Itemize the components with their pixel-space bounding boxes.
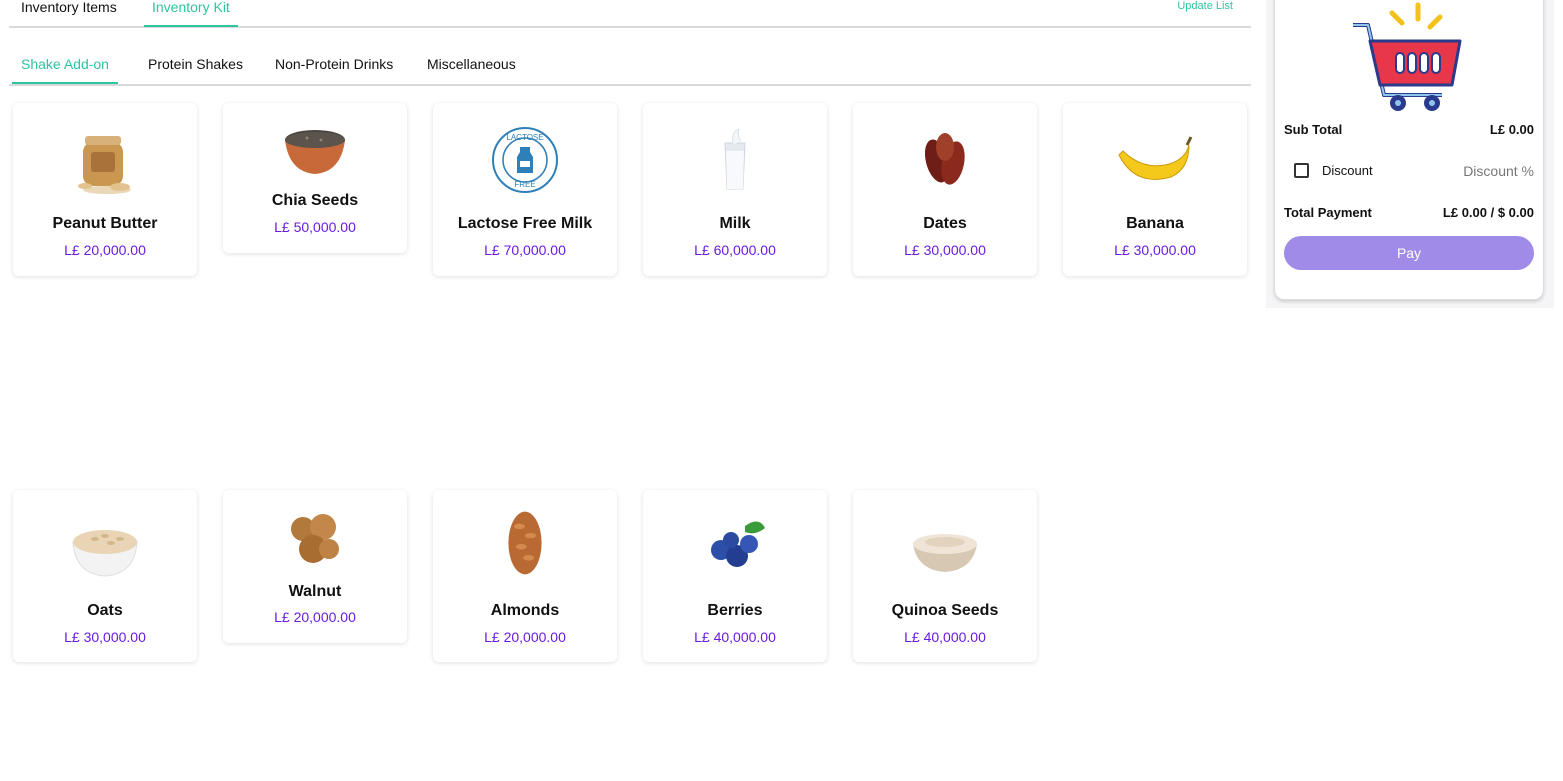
product-card-quinoa-seeds[interactable]: Quinoa Seeds L£ 40,000.00: [853, 490, 1037, 662]
chia-seeds-bowl-icon: [285, 130, 345, 174]
discount-checkbox[interactable]: [1294, 163, 1309, 178]
tab-inventory-items[interactable]: Inventory Items: [13, 0, 125, 26]
shopping-cart-icon: [1353, 2, 1462, 111]
walnut-icon: [291, 514, 339, 563]
product-name: Oats: [87, 602, 123, 619]
tab-non-protein-drinks[interactable]: Non-Protein Drinks: [266, 56, 402, 84]
update-list-link[interactable]: Update List: [1177, 0, 1233, 12]
product-price: L£ 40,000.00: [904, 629, 986, 645]
product-price: L£ 20,000.00: [64, 242, 146, 258]
tab-shake-add-on[interactable]: Shake Add-on: [12, 56, 118, 84]
product-price: L£ 60,000.00: [694, 242, 776, 258]
product-name: Almonds: [490, 602, 560, 619]
product-card-berries[interactable]: Berries L£ 40,000.00: [643, 490, 827, 662]
total-payment-label: Total Payment: [1284, 205, 1372, 220]
quinoa-bowl-icon: [913, 534, 977, 572]
subtotal-label: Sub Total: [1284, 122, 1343, 137]
total-payment-value: L£ 0.00 / $ 0.00: [1442, 205, 1534, 220]
banana-icon: [1118, 136, 1193, 180]
product-name: Dates: [923, 215, 967, 232]
product-price: L£ 50,000.00: [274, 219, 356, 235]
blueberries-icon: [711, 521, 765, 567]
product-card-banana[interactable]: Banana L£ 30,000.00: [1063, 103, 1247, 276]
tab-protein-shakes[interactable]: Protein Shakes: [139, 56, 252, 84]
subtotal-row: Sub Total L£ 0.00: [1284, 122, 1534, 140]
almonds-icon: [508, 511, 542, 575]
discount-label: Discount: [1322, 163, 1373, 178]
product-name: Peanut Butter: [52, 215, 158, 232]
total-row: Total Payment L£ 0.00 / $ 0.00: [1284, 205, 1534, 223]
product-card-walnut[interactable]: Walnut L£ 20,000.00: [223, 490, 407, 643]
discount-row: Discount: [1284, 161, 1534, 183]
dates-icon: [924, 133, 965, 185]
category-tab-bar: Shake Add-on Protein Shakes Non-Protein …: [9, 44, 1251, 86]
product-name: Lactose Free Milk: [457, 215, 593, 232]
product-card-chia-seeds[interactable]: Chia Seeds L£ 50,000.00: [223, 103, 407, 253]
product-card-almonds[interactable]: Almonds L£ 20,000.00: [433, 490, 617, 662]
product-card-lactose-free-milk[interactable]: LACTOSE FREE Lactose Free Milk L£ 70,000…: [433, 103, 617, 276]
product-name: Berries: [707, 602, 763, 619]
product-price: L£ 30,000.00: [1114, 242, 1196, 258]
peanut-butter-jar-icon: [78, 136, 131, 194]
product-name: Walnut: [288, 583, 342, 600]
subtotal-value: L£ 0.00: [1489, 122, 1534, 137]
tab-miscellaneous[interactable]: Miscellaneous: [418, 56, 525, 84]
product-price: L£ 70,000.00: [484, 242, 566, 258]
product-price: L£ 30,000.00: [64, 629, 146, 645]
product-name: Quinoa Seeds: [891, 602, 999, 619]
milk-glass-icon: [724, 128, 746, 190]
product-price: L£ 20,000.00: [274, 609, 356, 625]
product-price: L£ 30,000.00: [904, 242, 986, 258]
top-tab-bar: Inventory Items Inventory Kit Update Lis…: [9, 0, 1251, 28]
pay-button[interactable]: Pay: [1284, 236, 1534, 270]
badge-bottom-text: FREE: [514, 180, 535, 189]
cart-panel: Sub Total L£ 0.00 Discount Total Payment…: [1274, 0, 1544, 300]
product-card-dates[interactable]: Dates L£ 30,000.00: [853, 103, 1037, 276]
product-name: Banana: [1126, 215, 1184, 232]
product-name: Chia Seeds: [271, 192, 359, 209]
product-card-peanut-butter[interactable]: Peanut Butter L£ 20,000.00: [13, 103, 197, 276]
product-name: Milk: [719, 215, 751, 232]
product-card-milk[interactable]: Milk L£ 60,000.00: [643, 103, 827, 276]
product-price: L£ 20,000.00: [484, 629, 566, 645]
discount-percent-input[interactable]: [1424, 161, 1534, 181]
product-card-oats[interactable]: Oats L£ 30,000.00: [13, 490, 197, 662]
oats-bowl-icon: [72, 530, 138, 577]
product-price: L£ 40,000.00: [694, 629, 776, 645]
lactose-free-badge-icon: LACTOSE FREE: [492, 127, 558, 193]
tab-inventory-kit[interactable]: Inventory Kit: [144, 0, 238, 27]
badge-top-text: LACTOSE: [506, 133, 543, 142]
